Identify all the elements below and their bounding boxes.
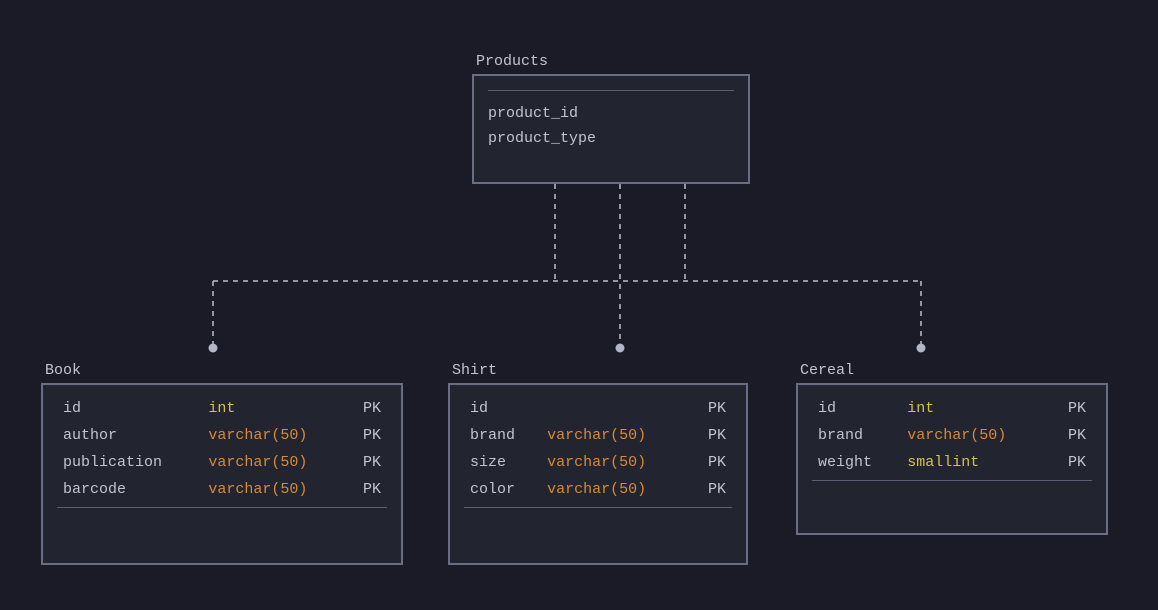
column-key: PK	[691, 395, 732, 422]
column-row: color varchar(50) PK	[464, 476, 732, 503]
column-key: PK	[691, 476, 732, 503]
column-key: PK	[1051, 422, 1092, 449]
column-type: smallint	[901, 449, 1051, 476]
entity-title-book: Book	[45, 362, 81, 379]
column-key: PK	[1051, 395, 1092, 422]
column-row: barcode varchar(50) PK	[57, 476, 387, 503]
column-name: barcode	[57, 476, 202, 503]
column-row: id int PK	[812, 395, 1092, 422]
column-type: varchar(50)	[202, 449, 347, 476]
entity-products: product_id product_type	[472, 74, 750, 184]
column-row: publication varchar(50) PK	[57, 449, 387, 476]
entity-title-shirt: Shirt	[452, 362, 497, 379]
column-key: PK	[348, 449, 387, 476]
column-name: id	[57, 395, 202, 422]
column-row: size varchar(50) PK	[464, 449, 732, 476]
column-type: varchar(50)	[202, 422, 347, 449]
column-name: author	[57, 422, 202, 449]
field-product-id: product_id	[488, 101, 734, 126]
column-type: varchar(50)	[541, 449, 691, 476]
column-type: varchar(50)	[202, 476, 347, 503]
entity-shirt: id PK brand varchar(50) PK size varchar(…	[448, 383, 748, 565]
field-product-type: product_type	[488, 126, 734, 151]
column-key: PK	[348, 395, 387, 422]
column-name: weight	[812, 449, 901, 476]
diagram-canvas: Products product_id product_type Book id…	[0, 0, 1158, 610]
column-name: id	[464, 395, 541, 422]
entity-title-cereal: Cereal	[800, 362, 854, 379]
column-key: PK	[691, 449, 732, 476]
column-row: weight smallint PK	[812, 449, 1092, 476]
column-name: id	[812, 395, 901, 422]
column-name: color	[464, 476, 541, 503]
column-row: author varchar(50) PK	[57, 422, 387, 449]
column-type: int	[901, 395, 1051, 422]
entity-cereal: id int PK brand varchar(50) PK weight sm…	[796, 383, 1108, 535]
column-name: brand	[464, 422, 541, 449]
column-key: PK	[1051, 449, 1092, 476]
column-type	[541, 395, 691, 422]
entity-shirt-columns: id PK brand varchar(50) PK size varchar(…	[464, 395, 732, 503]
column-type: varchar(50)	[541, 476, 691, 503]
column-row: brand varchar(50) PK	[464, 422, 732, 449]
entity-cereal-columns: id int PK brand varchar(50) PK weight sm…	[812, 395, 1092, 476]
column-key: PK	[348, 476, 387, 503]
entity-book: id int PK author varchar(50) PK publicat…	[41, 383, 403, 565]
column-name: brand	[812, 422, 901, 449]
column-key: PK	[691, 422, 732, 449]
column-row: id int PK	[57, 395, 387, 422]
column-name: size	[464, 449, 541, 476]
entity-products-fields: product_id product_type	[474, 76, 748, 163]
column-name: publication	[57, 449, 202, 476]
column-type: int	[202, 395, 347, 422]
column-row: brand varchar(50) PK	[812, 422, 1092, 449]
column-type: varchar(50)	[541, 422, 691, 449]
column-key: PK	[348, 422, 387, 449]
entity-book-columns: id int PK author varchar(50) PK publicat…	[57, 395, 387, 503]
column-row: id PK	[464, 395, 732, 422]
column-type: varchar(50)	[901, 422, 1051, 449]
entity-title-products: Products	[476, 53, 548, 70]
